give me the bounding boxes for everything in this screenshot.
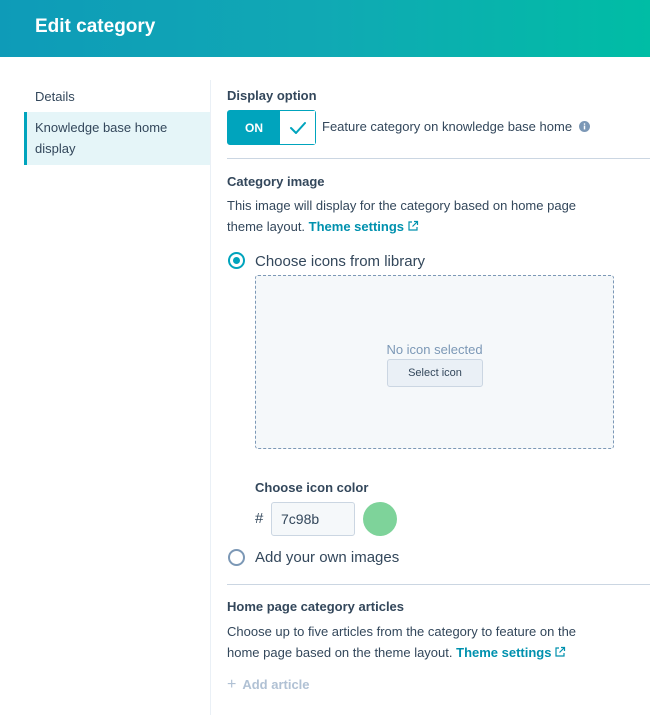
theme-settings-link[interactable]: Theme settings xyxy=(456,645,566,660)
sidebar-item-label: Knowledge base home display xyxy=(35,120,168,156)
sidebar: Details Knowledge base home display xyxy=(0,57,210,715)
choose-icons-label[interactable]: Choose icons from library xyxy=(255,253,425,270)
external-link-icon xyxy=(555,646,566,657)
main-panel: Display option ON Feature category on kn… xyxy=(227,57,650,715)
add-article-label: Add article xyxy=(242,677,310,692)
no-icon-text: No icon selected xyxy=(386,342,483,357)
feature-toggle[interactable]: ON xyxy=(227,110,316,145)
category-image-heading: Category image xyxy=(227,174,325,189)
color-swatch[interactable] xyxy=(363,502,397,536)
feature-category-label: Feature category on knowledge base home xyxy=(322,119,573,134)
external-link-icon xyxy=(408,220,419,231)
icon-preview-box: No icon selected Select icon xyxy=(255,275,614,449)
display-option-heading: Display option xyxy=(227,88,317,103)
radio-add-own-images[interactable] xyxy=(228,549,245,566)
choose-icon-color-heading: Choose icon color xyxy=(255,480,369,495)
add-article-button[interactable]: + Add article xyxy=(227,676,310,693)
plus-icon: + xyxy=(227,676,237,693)
sidebar-item-label: Details xyxy=(35,89,75,104)
checkmark-icon xyxy=(280,111,315,144)
modal-title: Edit category xyxy=(35,16,156,37)
home-page-articles-description: Choose up to five articles from the cate… xyxy=(227,621,597,663)
home-page-articles-heading: Home page category articles xyxy=(227,599,405,614)
hash-symbol: # xyxy=(255,510,264,527)
section-divider xyxy=(227,158,650,159)
toggle-on-label: ON xyxy=(228,111,280,144)
color-hex-input[interactable]: 7c98b xyxy=(271,502,355,536)
info-icon[interactable] xyxy=(579,121,590,132)
section-divider xyxy=(227,584,650,585)
sidebar-item-details[interactable]: Details xyxy=(24,86,210,107)
sidebar-divider xyxy=(210,80,211,715)
select-icon-button[interactable]: Select icon xyxy=(387,359,483,387)
radio-choose-icons[interactable] xyxy=(228,252,245,269)
category-image-description: This image will display for the category… xyxy=(227,195,597,237)
modal-header: Edit category xyxy=(0,0,650,57)
theme-settings-link[interactable]: Theme settings xyxy=(309,219,419,234)
add-own-images-label[interactable]: Add your own images xyxy=(255,549,399,566)
sidebar-item-knowledge-base-home-display[interactable]: Knowledge base home display xyxy=(24,112,210,165)
